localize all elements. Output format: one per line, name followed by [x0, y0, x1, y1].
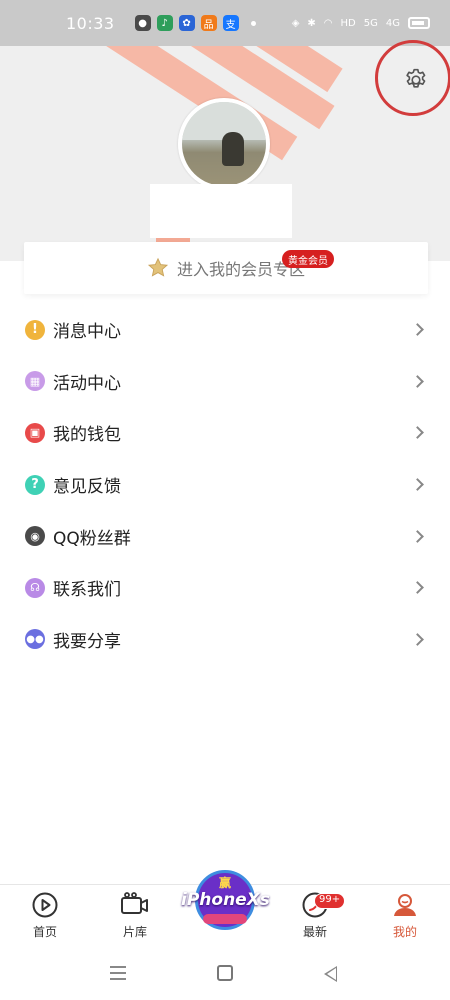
chevron-right-icon [411, 323, 424, 337]
chevron-right-icon [411, 426, 424, 440]
nav-label: 首页 [32, 925, 57, 939]
new-count-badge: 99+ [314, 893, 346, 909]
notification-dot-icon [250, 20, 256, 26]
nav-item-library[interactable]: 片库 [90, 885, 180, 948]
users-icon: ●● [25, 629, 45, 650]
avatar[interactable] [178, 98, 270, 190]
nav-label: 片库 [122, 925, 147, 939]
signal-5g-label: 5G [363, 17, 378, 29]
gift-icon: ▦ [25, 371, 45, 392]
chevron-right-icon [411, 375, 424, 388]
battery-icon [408, 17, 430, 29]
promo-main-text: iPhoneXs [181, 890, 270, 910]
wifi-icon: ◠ [323, 17, 333, 29]
promo-ribbon [203, 914, 247, 924]
menu-list: ! 消息中心 ▦ 活动中心 ▣ 我的钱包 ? 意见反馈 ◉ QQ粉丝群 ☊ 联系… [0, 304, 450, 665]
status-indicators: ◈ ✱ ◠ HD 5G 4G [292, 17, 430, 29]
question-icon: ? [25, 474, 45, 495]
menu-item-qq-group[interactable]: ◉ QQ粉丝群 [0, 510, 450, 562]
headset-icon: ☊ [25, 577, 45, 598]
status-time: 10:33 [66, 13, 115, 33]
nav-item-mine[interactable]: 我的 [360, 885, 450, 948]
nav-item-home[interactable]: 首页 [0, 885, 90, 948]
menu-item-label: 活动中心 [53, 373, 121, 394]
chevron-right-icon [411, 581, 424, 595]
msg-app-icon: ● [134, 15, 151, 31]
system-nav-bar [0, 948, 450, 1000]
chevron-right-icon [411, 478, 424, 491]
menu-item-label: 意见反馈 [53, 477, 121, 498]
nav-item-latest[interactable]: 最新 [270, 885, 360, 948]
highlight-circle-annotation [375, 40, 450, 116]
home-icon[interactable] [217, 965, 233, 981]
green-app-icon: ♪ [156, 15, 173, 31]
menu-item-messages[interactable]: ! 消息中心 [0, 304, 450, 356]
promo-top-text: 赢 [218, 876, 231, 890]
nav-label: 最新 [302, 925, 327, 939]
menu-item-label: 消息中心 [53, 322, 121, 343]
menu-item-label: 我的钱包 [53, 425, 121, 446]
play-circle-icon [32, 892, 58, 918]
wallet-icon: ▣ [25, 422, 45, 443]
bluetooth-icon: ✱ [307, 17, 316, 29]
avatar-figure [222, 132, 244, 166]
recent-apps-icon[interactable] [110, 966, 126, 984]
username-area [150, 184, 292, 238]
baidu-app-icon: ✿ [178, 15, 195, 31]
status-bar: 10:33 ● ♪ ✿ 品 支 ◈ ✱ ◠ HD 5G 4G [0, 0, 450, 46]
chevron-right-icon [411, 529, 424, 543]
nav-label: 我的 [392, 925, 417, 939]
signal-4g-label: 4G [385, 17, 400, 29]
menu-item-feedback[interactable]: ? 意见反馈 [0, 459, 450, 511]
menu-item-activities[interactable]: ▦ 活动中心 [0, 356, 450, 408]
qq-icon: ◉ [25, 526, 45, 547]
user-icon [394, 894, 416, 916]
chevron-right-icon [411, 632, 424, 646]
back-icon[interactable] [324, 966, 337, 982]
vibrate-icon: ◈ [291, 17, 300, 29]
menu-item-wallet[interactable]: ▣ 我的钱包 [0, 407, 450, 459]
menu-item-label: 联系我们 [53, 580, 121, 601]
orange-app-icon: 品 [200, 15, 217, 31]
crown-star-icon [147, 257, 169, 277]
alipay-app-icon: 支 [222, 15, 239, 31]
gold-member-badge: 黄金会员 [282, 250, 334, 268]
menu-item-label: 我要分享 [53, 631, 121, 652]
iphone-promo-button[interactable]: 赢 iPhoneXs [181, 866, 270, 936]
alert-icon: ! [25, 319, 45, 340]
member-zone-button[interactable]: 进入我的会员专区 [24, 242, 428, 294]
menu-item-share[interactable]: ●● 我要分享 [0, 614, 450, 666]
hd-label: HD [340, 17, 356, 29]
menu-item-label: QQ粉丝群 [53, 528, 131, 549]
video-camera-icon [121, 892, 148, 914]
menu-item-contact[interactable]: ☊ 联系我们 [0, 562, 450, 614]
